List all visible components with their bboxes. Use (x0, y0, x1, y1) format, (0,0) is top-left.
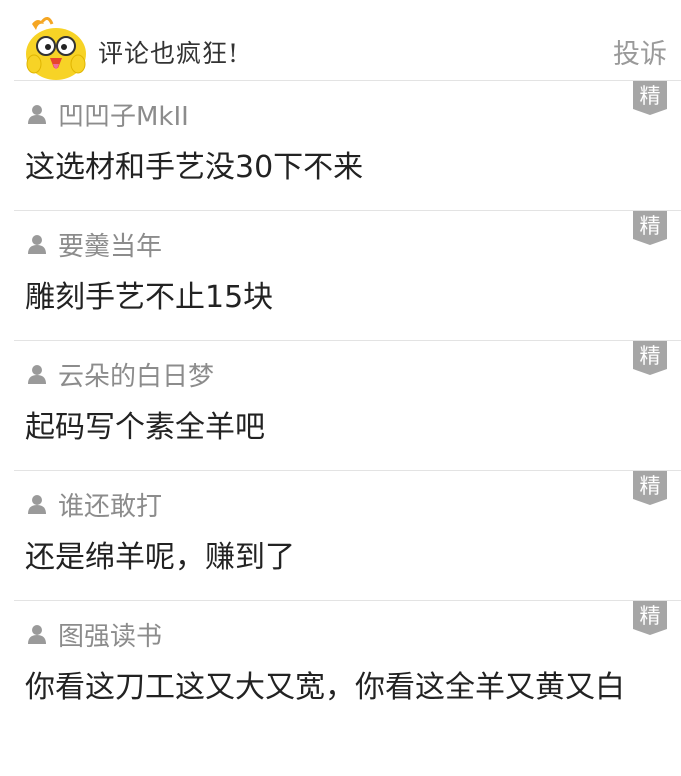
comment-item: 精 凹凹子MkII 这选材和手艺没30下不来 (14, 80, 681, 211)
username: 凹凹子MkII (58, 101, 189, 132)
comment-user[interactable]: 云朵的白日梦 (26, 357, 215, 392)
username: 要羹当年 (58, 231, 163, 262)
user-icon (28, 105, 46, 124)
comment-text: 这选材和手艺没30下不来 (25, 150, 364, 185)
user-icon (28, 235, 46, 254)
comment-text: 雕刻手艺不止15块 (25, 280, 274, 315)
header-title: 评论也疯狂! (98, 39, 240, 68)
header: 评论也疯狂! 投诉 (0, 0, 681, 80)
username: 图强读书 (58, 621, 163, 652)
comment-user[interactable]: 谁还敢打 (26, 487, 163, 522)
featured-badge-label: 精 (639, 214, 661, 238)
featured-badge-label: 精 (639, 344, 661, 368)
featured-badge: 精 (633, 211, 667, 245)
featured-badge-label: 精 (639, 474, 661, 498)
user-icon (28, 365, 46, 384)
username: 云朵的白日梦 (58, 361, 215, 392)
report-button[interactable]: 投诉 (613, 32, 667, 71)
comment-text: 你看这刀工这又大又宽，你看这全羊又黄又白 (25, 670, 625, 705)
featured-badge: 精 (633, 601, 667, 635)
featured-badge: 精 (633, 81, 667, 115)
comment-item: 精 要羹当年 雕刻手艺不止15块 (14, 210, 681, 341)
user-icon (28, 495, 46, 514)
comment-user[interactable]: 凹凹子MkII (26, 97, 189, 132)
comment-user[interactable]: 要羹当年 (26, 227, 163, 262)
comment-item: 精 谁还敢打 还是绵羊呢，赚到了 (14, 470, 681, 601)
comment-text: 还是绵羊呢，赚到了 (25, 540, 295, 575)
comment-text: 起码写个素全羊吧 (25, 410, 265, 445)
username: 谁还敢打 (58, 491, 163, 522)
mascot-chick-icon (26, 17, 86, 80)
comment-item: 精 图强读书 你看这刀工这又大又宽，你看这全羊又黄又白 (14, 600, 681, 776)
comment-item: 精 云朵的白日梦 起码写个素全羊吧 (14, 340, 681, 471)
featured-badge-label: 精 (639, 84, 661, 108)
comment-user[interactable]: 图强读书 (26, 617, 163, 652)
featured-badge-label: 精 (639, 604, 661, 628)
user-icon (28, 625, 46, 644)
featured-badge: 精 (633, 341, 667, 375)
featured-badge: 精 (633, 471, 667, 505)
